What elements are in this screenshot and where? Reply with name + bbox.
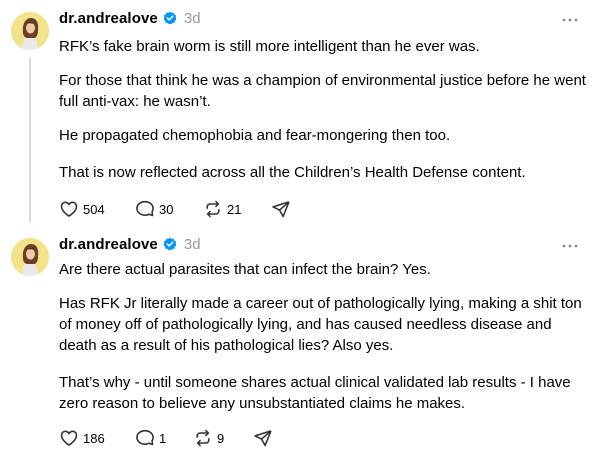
avatar[interactable] bbox=[11, 238, 49, 276]
timestamp[interactable]: 3d bbox=[184, 10, 201, 27]
reply-button[interactable]: 1 bbox=[135, 428, 193, 448]
post: dr.andrealove 3d Are there actual parasi… bbox=[0, 232, 600, 464]
comment-bubble-icon bbox=[136, 200, 154, 217]
username[interactable]: dr.andrealove bbox=[59, 10, 158, 27]
reply-count: 1 bbox=[159, 430, 167, 446]
heart-icon bbox=[60, 430, 78, 446]
reply-count: 30 bbox=[159, 201, 174, 217]
repost-count: 21 bbox=[227, 201, 242, 217]
post-text-paragraph: For those that think he was a champion o… bbox=[59, 72, 586, 110]
like-count: 504 bbox=[83, 201, 105, 217]
verified-badge-icon bbox=[163, 11, 177, 25]
post-text-paragraph: Has RFK Jr literally made a career out o… bbox=[59, 295, 582, 354]
post-header: dr.andrealove 3d bbox=[59, 8, 201, 28]
reply-button[interactable]: 30 bbox=[135, 199, 203, 219]
post-text-paragraph: That’s why - until someone shares actual… bbox=[59, 374, 571, 412]
heart-icon bbox=[60, 201, 78, 217]
timestamp[interactable]: 3d bbox=[184, 236, 201, 253]
repost-arrows-icon bbox=[196, 429, 210, 447]
more-options-button[interactable] bbox=[560, 10, 580, 30]
more-horizontal-icon bbox=[562, 244, 578, 248]
post-text-paragraph: RFK’s fake brain worm is still more inte… bbox=[59, 38, 480, 55]
username[interactable]: dr.andrealove bbox=[59, 236, 158, 253]
avatar[interactable] bbox=[11, 12, 49, 50]
post-text-paragraph: He propagated chemophobia and fear-monge… bbox=[59, 127, 451, 144]
share-button[interactable] bbox=[271, 199, 291, 219]
action-bar: 186 1 9 bbox=[59, 426, 273, 450]
verified-badge-icon bbox=[163, 237, 177, 251]
like-button[interactable]: 504 bbox=[59, 199, 135, 219]
repost-button[interactable]: 21 bbox=[203, 199, 271, 219]
like-count: 186 bbox=[83, 430, 105, 446]
post-text-paragraph: Are there actual parasites that can infe… bbox=[59, 261, 431, 278]
share-button[interactable] bbox=[253, 428, 273, 448]
comment-bubble-icon bbox=[136, 429, 154, 446]
post: dr.andrealove 3d RFK’s fake brain worm i… bbox=[0, 0, 600, 232]
thread-line bbox=[29, 57, 31, 223]
avatar-portrait-icon bbox=[11, 238, 49, 276]
post-text-paragraph: That is now reflected across all the Chi… bbox=[59, 164, 526, 181]
like-button[interactable]: 186 bbox=[59, 428, 135, 448]
repost-count: 9 bbox=[217, 430, 225, 446]
repost-arrows-icon bbox=[206, 200, 220, 218]
avatar-portrait-icon bbox=[11, 12, 49, 50]
repost-button[interactable]: 9 bbox=[193, 428, 253, 448]
more-horizontal-icon bbox=[562, 18, 578, 22]
send-paper-plane-icon bbox=[272, 201, 290, 218]
post-header: dr.andrealove 3d bbox=[59, 234, 201, 254]
send-paper-plane-icon bbox=[254, 430, 272, 447]
more-options-button[interactable] bbox=[560, 236, 580, 256]
action-bar: 504 30 21 bbox=[59, 197, 291, 221]
